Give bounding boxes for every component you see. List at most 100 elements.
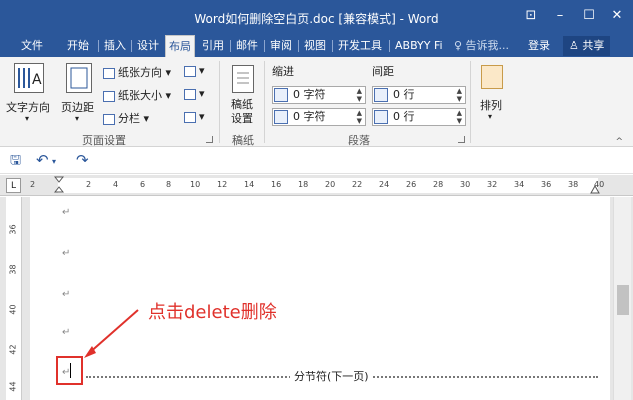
ribbon-layout: A 文字方向 ▾ 页边距 ▾ 纸张方向 ▾ 纸张大小 ▾ 分栏 ▾ ▾ ▾ ▾ … — [0, 57, 633, 147]
vertical-scrollbar[interactable] — [613, 197, 631, 400]
tab-view[interactable]: 视图 — [301, 35, 329, 57]
text-direction-icon: A — [14, 63, 44, 93]
scrollbar-thumb[interactable] — [617, 285, 629, 315]
paragraph-group-label: 段落 — [348, 134, 370, 147]
ruler-tick: 18 — [298, 180, 309, 189]
spacing-after-icon — [374, 110, 388, 124]
tab-review[interactable]: 审阅 — [267, 35, 295, 57]
tab-divider — [389, 40, 390, 52]
text-direction-button[interactable]: 文字方向 — [6, 99, 50, 115]
line-numbers-icon — [184, 88, 196, 100]
arrange-button[interactable]: 排列 — [480, 97, 502, 113]
line-numbers-button[interactable]: ▾ — [184, 87, 205, 100]
paragraph-mark: ↵ — [62, 207, 71, 218]
size-button[interactable]: 纸张大小 ▾ — [103, 87, 171, 103]
vertical-ruler[interactable]: 36 38 40 42 44 — [6, 197, 22, 400]
ruler-tick: 22 — [352, 180, 363, 189]
columns-button[interactable]: 分栏 ▾ — [103, 110, 149, 126]
orientation-button[interactable]: 纸张方向 ▾ — [103, 64, 171, 80]
horizontal-ruler[interactable]: L 2 2 4 6 8 10 12 14 16 18 20 22 24 26 2… — [0, 175, 633, 196]
tab-divider — [98, 40, 99, 52]
ruler-tick: 30 — [460, 180, 471, 189]
spacing-before-icon — [374, 88, 388, 102]
tab-home[interactable]: 开始 — [64, 35, 92, 57]
share-label: 共享 — [582, 39, 605, 52]
tab-divider — [131, 40, 132, 52]
paragraph-launcher-icon[interactable] — [458, 136, 465, 143]
maximize-button[interactable]: ☐ — [578, 6, 600, 26]
tab-insert[interactable]: 插入 — [101, 35, 129, 57]
breaks-icon — [184, 65, 196, 77]
person-icon: ♙ — [569, 39, 583, 52]
orientation-label: 纸张方向 — [118, 66, 162, 79]
highlight-box — [56, 356, 83, 385]
ruler-tick: 10 — [190, 180, 201, 189]
tab-selector[interactable]: L — [6, 178, 21, 193]
ruler-tick: 8 — [166, 180, 172, 189]
size-label: 纸张大小 — [118, 89, 162, 102]
sign-in-link[interactable]: 登录 — [528, 35, 550, 57]
tab-developer[interactable]: 开发工具 — [335, 35, 385, 57]
arrange-icon — [481, 65, 503, 89]
tab-abbyy[interactable]: ABBYY Fi — [392, 35, 446, 57]
tell-me-search[interactable]: ♀ 告诉我... — [454, 35, 509, 57]
right-indent-marker-icon[interactable] — [590, 185, 600, 195]
indent-marker-icon[interactable] — [54, 176, 64, 195]
hyphenation-icon — [184, 111, 196, 123]
ruler-tick: 36 — [541, 180, 552, 189]
vruler-tick: 44 — [8, 381, 18, 392]
spacing-before-field[interactable]: 0 行 ▲ ▼ — [372, 86, 466, 104]
vruler-tick: 38 — [8, 264, 18, 275]
ruler-tick: 20 — [325, 180, 336, 189]
redo-icon[interactable]: ↷ — [76, 151, 89, 169]
margins-icon — [66, 63, 92, 93]
tab-file[interactable]: 文件 — [18, 35, 46, 57]
spacing-label: 间距 — [372, 65, 394, 78]
hyphenation-button[interactable]: ▾ — [184, 110, 205, 123]
tab-mailings[interactable]: 邮件 — [233, 35, 261, 57]
tab-layout[interactable]: 布局 — [165, 35, 195, 57]
spacing-before-value: 0 行 — [393, 88, 415, 101]
tab-design[interactable]: 设计 — [134, 35, 162, 57]
collapse-ribbon-icon[interactable]: ^ — [615, 137, 623, 147]
undo-icon[interactable]: ↶ — [36, 151, 49, 169]
tab-divider — [264, 40, 265, 52]
ruler-tick: 16 — [271, 180, 282, 189]
ruler-tick: 24 — [379, 180, 390, 189]
indent-left-field[interactable]: 0 字符 ▲ ▼ — [272, 86, 366, 104]
spacing-after-field[interactable]: 0 行 ▲ ▼ — [372, 108, 466, 126]
indent-label: 缩进 — [272, 65, 294, 78]
minimize-button[interactable]: – — [549, 6, 571, 26]
svg-text:A: A — [32, 72, 42, 88]
breaks-button[interactable]: ▾ — [184, 64, 205, 77]
close-button[interactable]: ✕ — [606, 6, 628, 26]
spinner-icon[interactable]: ▲ ▼ — [457, 109, 462, 125]
ribbon-display-options-button[interactable]: ⊡ — [520, 6, 542, 26]
draft-settings-button[interactable]: 稿纸 设置 — [231, 98, 253, 126]
margins-button[interactable]: 页边距 — [61, 99, 94, 115]
section-break-label: 分节符(下一页) — [290, 368, 373, 384]
group-divider — [470, 61, 471, 143]
tab-references[interactable]: 引用 — [199, 35, 227, 57]
chevron-down-icon[interactable]: ▾ — [52, 157, 56, 166]
spinner-icon[interactable]: ▲ ▼ — [357, 87, 362, 103]
draft-paper-icon — [232, 65, 254, 93]
columns-label: 分栏 — [118, 112, 140, 125]
indent-left-icon — [274, 88, 288, 102]
page-setup-launcher-icon[interactable] — [206, 136, 213, 143]
ruler-tick: 32 — [487, 180, 498, 189]
spinner-icon[interactable]: ▲ ▼ — [357, 109, 362, 125]
tab-divider — [332, 40, 333, 52]
ribbon-tabs: 文件 开始 插入 设计 布局 引用 邮件 审阅 视图 开发工具 ABBYY Fi… — [0, 35, 633, 57]
orientation-icon — [103, 67, 115, 79]
ruler-tick: 4 — [113, 180, 119, 189]
indent-right-value: 0 字符 — [293, 110, 326, 123]
spinner-icon[interactable]: ▲ ▼ — [457, 87, 462, 103]
indent-right-field[interactable]: 0 字符 ▲ ▼ — [272, 108, 366, 126]
paragraph-mark: ↵ — [62, 289, 71, 300]
ruler-tick: 2 — [30, 180, 36, 189]
save-icon[interactable]: 🖫 — [10, 151, 21, 173]
ruler-tick: 6 — [140, 180, 146, 189]
title-bar: Word如何删除空白页.doc [兼容模式] - Word ⊡ – ☐ ✕ — [0, 0, 633, 35]
share-button[interactable]: ♙ 共享 — [563, 36, 611, 56]
